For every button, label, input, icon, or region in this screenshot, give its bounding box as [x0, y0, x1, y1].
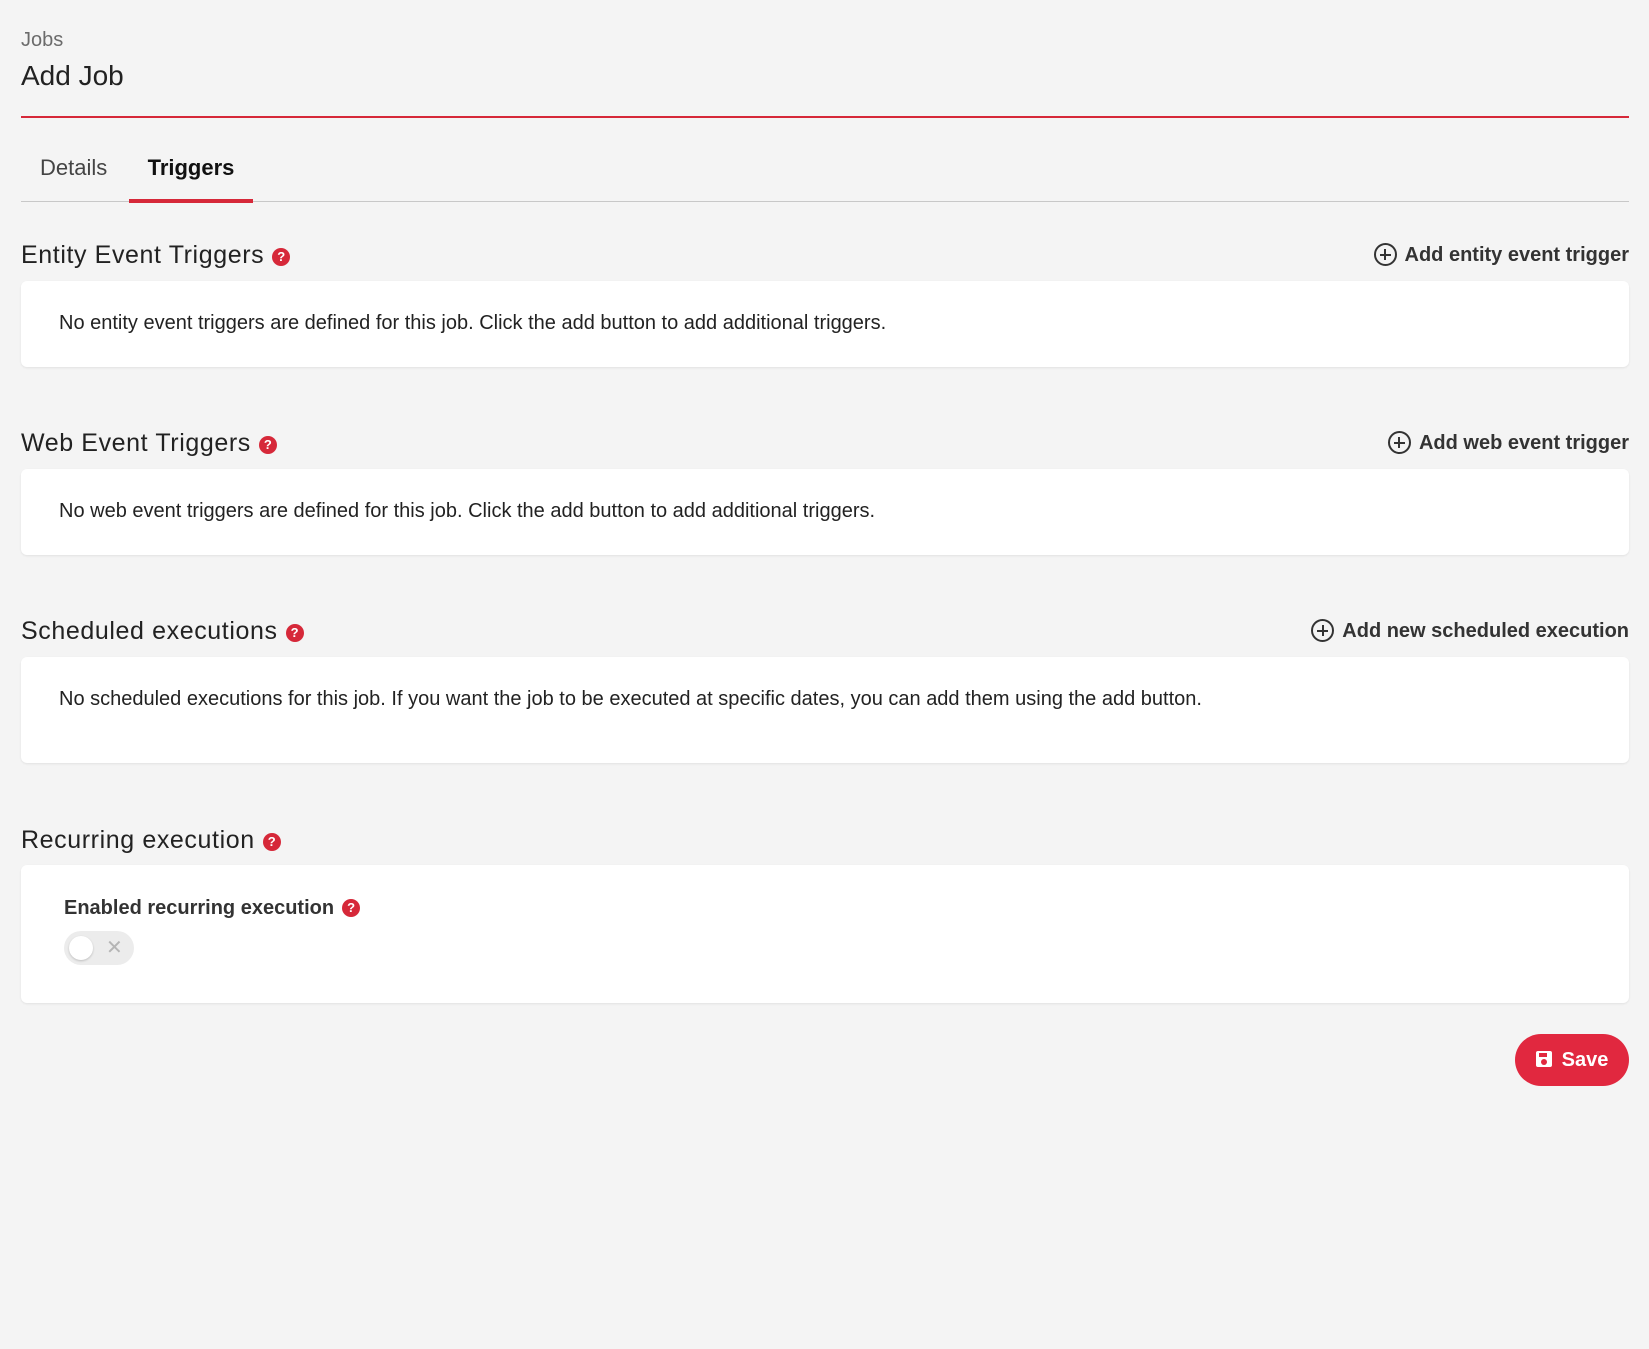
add-entity-event-trigger-button[interactable]: Add entity event trigger — [1373, 237, 1629, 273]
entity-event-triggers-empty-text: No entity event triggers are defined for… — [59, 312, 887, 334]
page: Jobs Add Job Details Triggers Entity Eve… — [0, 0, 1649, 1349]
help-icon[interactable]: ? — [258, 436, 277, 454]
add-entity-event-trigger-label: Add entity event trigger — [1404, 244, 1629, 266]
recurring-execution-title-text: Recurring execution — [21, 826, 255, 854]
floppy-disk-icon — [1535, 1051, 1552, 1067]
web-event-triggers-card: No web event triggers are defined for th… — [21, 469, 1629, 555]
tab-details[interactable]: Details — [40, 150, 107, 202]
plus-circle-icon — [1387, 431, 1411, 454]
add-web-event-trigger-label: Add web event trigger — [1418, 432, 1629, 454]
save-button-label: Save — [1561, 1049, 1609, 1071]
save-button[interactable]: Save — [1515, 1034, 1629, 1086]
entity-event-triggers-title-text: Entity Event Triggers — [21, 241, 265, 269]
help-icon[interactable]: ? — [262, 833, 281, 851]
scheduled-executions-title: Scheduled executions? — [21, 613, 304, 649]
breadcrumb[interactable]: Jobs — [21, 29, 63, 52]
recurring-execution-toggle[interactable]: ✕ — [64, 931, 134, 965]
enabled-recurring-execution-text: Enabled recurring execution — [64, 897, 335, 919]
enabled-recurring-execution-label: Enabled recurring execution? — [64, 897, 361, 920]
help-icon[interactable]: ? — [285, 624, 304, 642]
web-event-triggers-header: Web Event Triggers? Add web event trigge… — [21, 425, 1629, 461]
tab-triggers[interactable]: Triggers — [129, 150, 253, 203]
scheduled-executions-card: No scheduled executions for this job. If… — [21, 657, 1629, 763]
x-icon: ✕ — [106, 937, 123, 959]
add-scheduled-execution-button[interactable]: Add new scheduled execution — [1311, 613, 1629, 649]
add-web-event-trigger-button[interactable]: Add web event trigger — [1387, 425, 1629, 461]
toggle-knob — [69, 936, 93, 960]
recurring-execution-card: Enabled recurring execution? ✕ — [21, 865, 1629, 1003]
scheduled-executions-header: Scheduled executions? Add new scheduled … — [21, 613, 1629, 649]
plus-circle-icon — [1373, 243, 1397, 266]
add-scheduled-execution-label: Add new scheduled execution — [1342, 620, 1629, 642]
entity-event-triggers-header: Entity Event Triggers? Add entity event … — [21, 237, 1629, 273]
plus-circle-icon — [1311, 619, 1335, 642]
scheduled-executions-title-text: Scheduled executions — [21, 617, 278, 645]
web-event-triggers-title: Web Event Triggers? — [21, 425, 277, 461]
web-event-triggers-empty-text: No web event triggers are defined for th… — [59, 500, 876, 522]
scheduled-executions-empty-text: No scheduled executions for this job. If… — [59, 688, 1202, 710]
entity-event-triggers-card: No entity event triggers are defined for… — [21, 281, 1629, 367]
help-icon[interactable]: ? — [342, 899, 361, 917]
title-divider — [21, 116, 1629, 118]
recurring-execution-title: Recurring execution? — [21, 822, 281, 858]
page-title: Add Job — [21, 60, 124, 91]
entity-event-triggers-title: Entity Event Triggers? — [21, 237, 291, 273]
recurring-execution-header: Recurring execution? — [21, 822, 1629, 858]
help-icon[interactable]: ? — [272, 248, 291, 266]
tab-bar: Details Triggers — [21, 150, 1629, 203]
web-event-triggers-title-text: Web Event Triggers — [21, 429, 251, 457]
